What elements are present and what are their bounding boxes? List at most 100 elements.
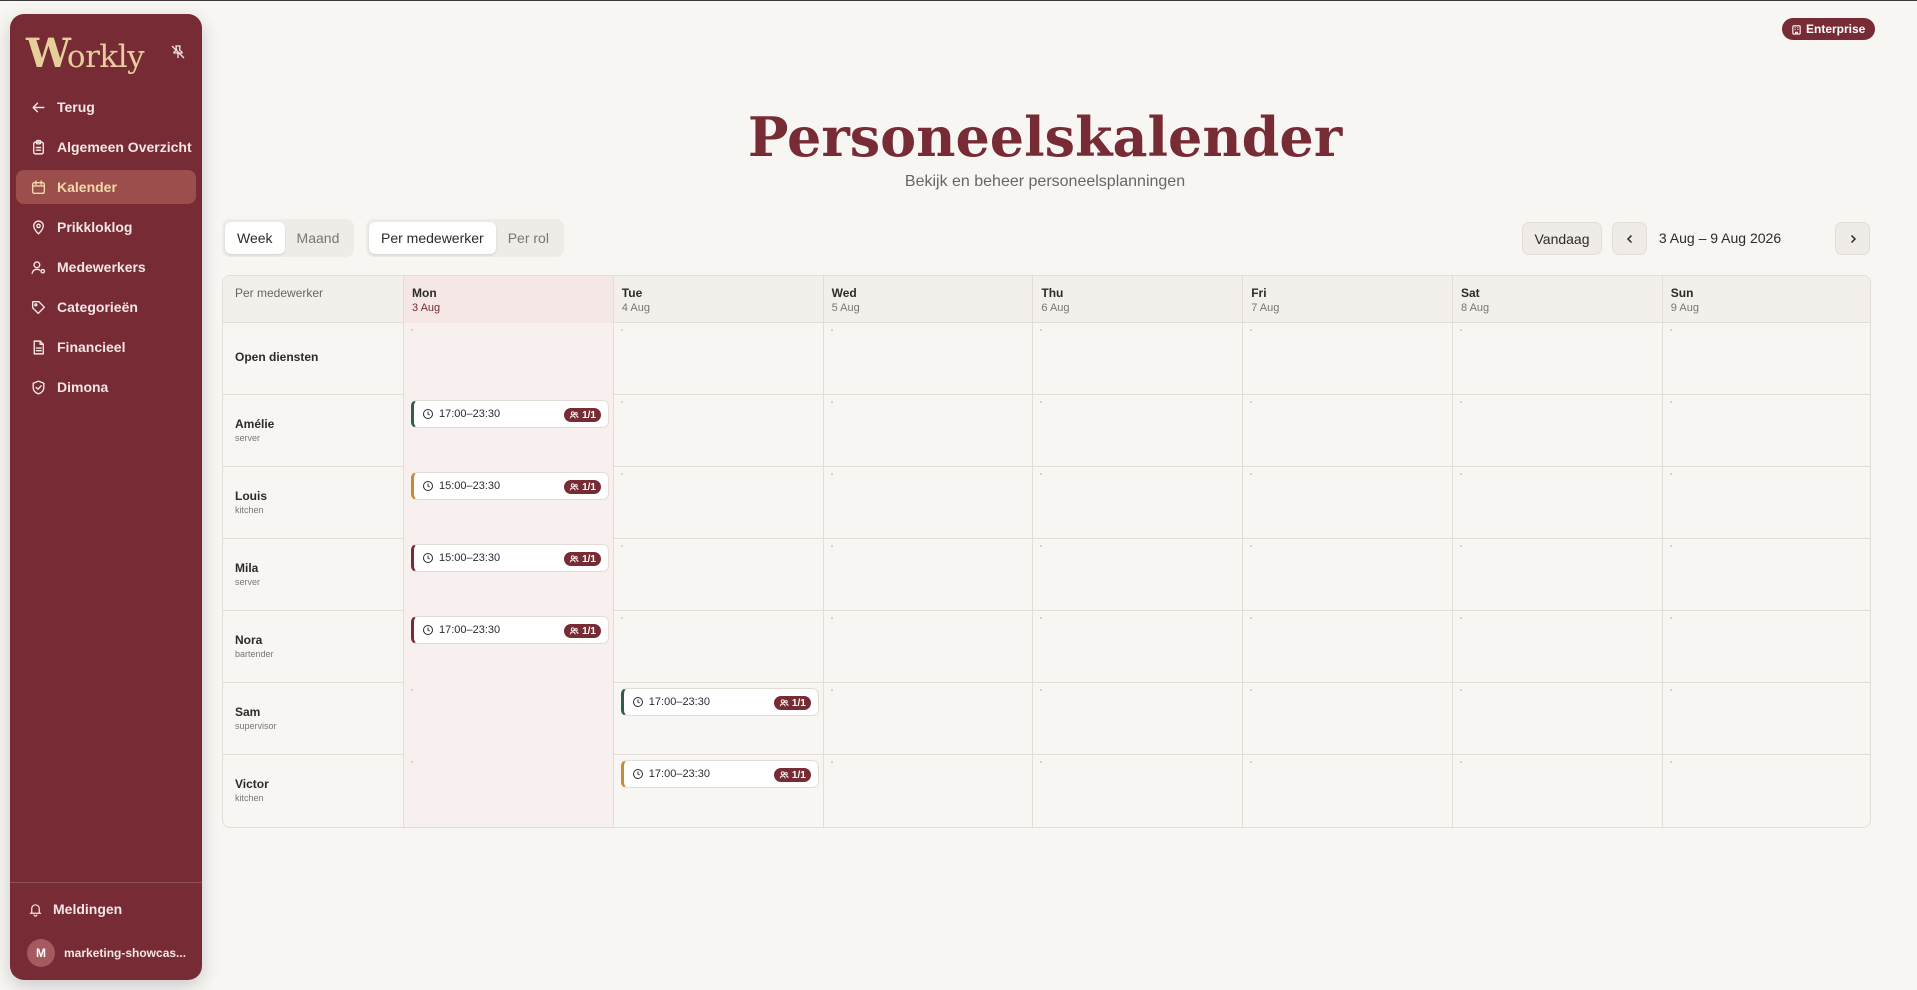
calendar-cell[interactable]: [1242, 683, 1452, 755]
calendar-cell[interactable]: [1242, 395, 1452, 467]
users-icon: [779, 771, 789, 779]
shift-card[interactable]: 15:00–23:30 1/1: [411, 544, 609, 572]
calendar-cell[interactable]: [1032, 755, 1242, 827]
shift-card[interactable]: 15:00–23:30 1/1: [411, 472, 609, 500]
calendar-cell[interactable]: [1452, 323, 1662, 395]
calendar-cell[interactable]: 17:00–23:30 1/1: [612, 683, 823, 755]
calendar-cell[interactable]: [1032, 467, 1242, 539]
day-date: 9 Aug: [1670, 302, 1699, 314]
employee-name: Mila: [235, 561, 259, 575]
sidebar-item-algemeen-overzicht[interactable]: Algemeen Overzicht: [16, 130, 196, 164]
employee-row: Amélie server 17:00–23:30 1/1: [223, 395, 1870, 467]
add-shift-marker: [620, 473, 623, 475]
user-menu[interactable]: M marketing-showcas...: [27, 939, 186, 967]
sidebar-item-categorie-n[interactable]: Categorieën: [16, 290, 196, 324]
add-shift-marker: [830, 617, 833, 619]
add-shift-marker: [411, 689, 413, 691]
calendar-cell[interactable]: 17:00–23:30 1/1: [612, 755, 823, 827]
calendar-cell[interactable]: [1452, 467, 1662, 539]
sidebar-item-medewerkers[interactable]: Medewerkers: [16, 250, 196, 284]
employee-row: Mila server 15:00–23:30 1/1: [223, 539, 1870, 611]
calendar-cell[interactable]: [403, 323, 613, 395]
calendar-cell[interactable]: 15:00–23:30 1/1: [403, 539, 613, 611]
calendar-cell[interactable]: [1242, 611, 1452, 683]
sidebar-item-label: Dimona: [57, 379, 109, 395]
day-date: 6 Aug: [1041, 302, 1070, 314]
sidebar-divider: [10, 882, 202, 883]
view-week-button[interactable]: Week: [225, 222, 285, 254]
calendar-cell[interactable]: 15:00–23:30 1/1: [403, 467, 613, 539]
calendar-cell[interactable]: [1032, 611, 1242, 683]
day-header-sat: Sat 8 Aug: [1452, 276, 1662, 323]
calendar-cell[interactable]: [1661, 611, 1870, 683]
day-name: Sun: [1670, 286, 1694, 300]
calendar-cell[interactable]: [1032, 539, 1242, 611]
calendar-cell[interactable]: [1242, 755, 1452, 827]
plan-badge[interactable]: Enterprise: [1782, 18, 1876, 40]
calendar-cell[interactable]: [612, 323, 823, 395]
pin-off-icon[interactable]: [170, 44, 186, 60]
calendar-cell[interactable]: [612, 395, 823, 467]
next-week-button[interactable]: [1835, 222, 1870, 255]
sidebar-item-financieel[interactable]: Financieel: [16, 330, 196, 364]
shift-card[interactable]: 17:00–23:30 1/1: [620, 688, 819, 716]
calendar-cell[interactable]: [822, 611, 1033, 683]
view-month-button[interactable]: Maand: [285, 222, 352, 254]
calendar-cell[interactable]: [822, 467, 1033, 539]
calendar-cell[interactable]: [403, 683, 613, 755]
calendar-cell[interactable]: [822, 395, 1033, 467]
sidebar-item-terug[interactable]: Terug: [16, 90, 196, 124]
calendar-cell[interactable]: [1661, 395, 1870, 467]
calendar-cell[interactable]: [1032, 323, 1242, 395]
calendar-cell[interactable]: [822, 539, 1033, 611]
avatar: M: [27, 939, 55, 967]
grid-corner-label: Per medewerker: [235, 286, 324, 300]
sidebar-item-dimona[interactable]: Dimona: [16, 370, 196, 404]
calendar-cell[interactable]: [1032, 683, 1242, 755]
day-name: Fri: [1251, 286, 1267, 300]
clipboard-icon: [33, 139, 44, 155]
day-header-wed: Wed 5 Aug: [822, 276, 1033, 323]
shift-card[interactable]: 17:00–23:30 1/1: [620, 760, 819, 788]
calendar-cell[interactable]: [1452, 683, 1662, 755]
calendar-cell[interactable]: [822, 683, 1033, 755]
calendar-cell[interactable]: [1452, 611, 1662, 683]
shift-time: 17:00–23:30: [648, 696, 710, 708]
calendar-cell[interactable]: 17:00–23:30 1/1: [403, 395, 613, 467]
calendar-cell[interactable]: [612, 539, 823, 611]
calendar-cell[interactable]: 17:00–23:30 1/1: [403, 611, 613, 683]
shift-time: 17:00–23:30: [439, 408, 501, 420]
add-shift-marker: [1040, 617, 1043, 619]
calendar-cell[interactable]: [1661, 539, 1870, 611]
sidebar-item-kalender[interactable]: Kalender: [16, 170, 196, 204]
calendar-cell[interactable]: [1661, 683, 1870, 755]
group-per-employee-button[interactable]: Per medewerker: [369, 222, 496, 254]
calendar-cell[interactable]: [822, 755, 1033, 827]
add-shift-marker: [1250, 473, 1253, 475]
calendar-cell[interactable]: [1242, 467, 1452, 539]
calendar-cell[interactable]: [1661, 323, 1870, 395]
today-button[interactable]: Vandaag: [1522, 222, 1602, 255]
shift-card[interactable]: 17:00–23:30 1/1: [411, 400, 609, 428]
notifications-button[interactable]: Meldingen: [28, 901, 122, 917]
clock-icon: [632, 769, 643, 779]
calendar-cell[interactable]: [1661, 755, 1870, 827]
calendar-cell[interactable]: [1452, 755, 1662, 827]
calendar-cell[interactable]: [1032, 395, 1242, 467]
calendar-cell[interactable]: [1452, 539, 1662, 611]
calendar-cell[interactable]: [1452, 395, 1662, 467]
app-logo[interactable]: Workly: [26, 30, 145, 77]
sidebar-item-prikkloklog[interactable]: Prikkloklog: [16, 210, 196, 244]
calendar-cell[interactable]: [403, 755, 613, 827]
add-shift-marker: [1669, 545, 1672, 547]
add-shift-marker: [1460, 401, 1462, 403]
calendar-cell[interactable]: [1661, 467, 1870, 539]
calendar-cell[interactable]: [822, 323, 1033, 395]
calendar-cell[interactable]: [1242, 323, 1452, 395]
calendar-cell[interactable]: [612, 467, 823, 539]
calendar-cell[interactable]: [612, 611, 823, 683]
shift-card[interactable]: 17:00–23:30 1/1: [411, 616, 609, 644]
calendar-cell[interactable]: [1242, 539, 1452, 611]
add-shift-marker: [1250, 329, 1253, 331]
group-per-role-button[interactable]: Per rol: [496, 222, 561, 254]
